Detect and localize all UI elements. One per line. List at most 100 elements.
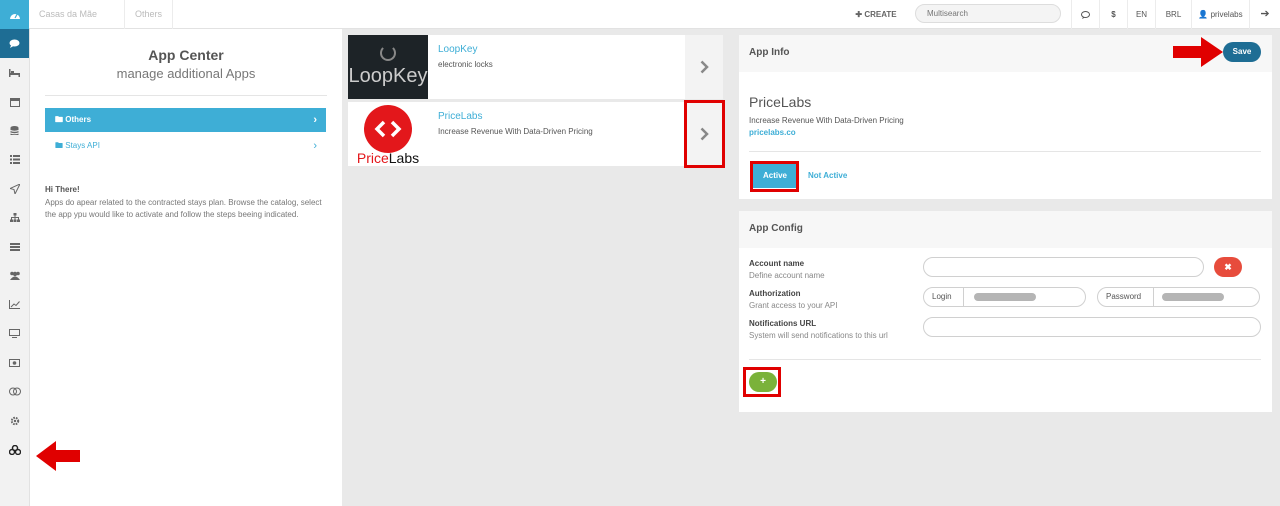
sidebar-users[interactable] [0, 261, 29, 290]
notifications-url-input[interactable] [923, 317, 1261, 337]
panel-header: App Config [739, 211, 1272, 248]
app-config-panel: App Config Account name Define account n… [739, 211, 1272, 412]
arrow-right-icon: ➔ [1260, 8, 1270, 20]
divider [749, 359, 1261, 360]
rows-icon [9, 242, 20, 251]
remove-account-button[interactable]: ✖ [1214, 257, 1242, 277]
login-field[interactable]: Login [923, 287, 1086, 307]
pricelabs-brackets-icon [364, 105, 412, 153]
chat-icon [9, 39, 20, 48]
app-card-loopkey[interactable]: LoopKey LoopKey electronic locks [348, 35, 723, 99]
create-button[interactable]: ✚ CREATE [852, 0, 900, 29]
account-name-hint: Define account name [749, 271, 825, 280]
app-center-subtitle: manage additional Apps [116, 66, 256, 81]
sidebar-sitemap[interactable] [0, 203, 29, 232]
user-menu[interactable]: 👤 privelabs [1191, 0, 1249, 29]
account-name-label: Account name [749, 259, 805, 268]
monitor-icon [9, 329, 20, 338]
chevron-right-icon: › [313, 140, 317, 152]
sidebar-settings[interactable] [0, 406, 29, 435]
currency-button[interactable]: BRL [1155, 0, 1191, 29]
category-others[interactable]: 🖿 Others › [45, 108, 326, 132]
password-value-redacted [1162, 293, 1224, 301]
app-description: Increase Revenue With Data-Driven Pricin… [438, 127, 593, 136]
chat-button[interactable] [1071, 0, 1099, 29]
category-stays-api[interactable]: 🖿 Stays API › [45, 134, 326, 158]
sidebar-database[interactable] [0, 116, 29, 145]
calendar-icon [9, 97, 20, 107]
password-label: Password [1098, 288, 1154, 306]
authorization-label: Authorization [749, 289, 801, 298]
app-info-link[interactable]: pricelabs.co [749, 128, 796, 137]
app-name[interactable]: LoopKey [438, 44, 477, 55]
password-field[interactable]: Password [1097, 287, 1260, 307]
sidebar-reports[interactable] [0, 290, 29, 319]
open-app-button[interactable] [685, 35, 723, 99]
category-label: Stays API [65, 141, 100, 150]
app-name[interactable]: PriceLabs [438, 111, 482, 122]
app-info-name: PriceLabs [749, 94, 812, 110]
highlight-active-button [750, 161, 799, 192]
sidebar-rings[interactable] [0, 377, 29, 406]
bed-icon [9, 68, 20, 77]
create-label: CREATE [864, 10, 897, 19]
icon-sidebar [0, 29, 30, 506]
app-config-title: App Config [749, 223, 803, 234]
dashboard-icon[interactable] [0, 0, 29, 29]
sidebar-chat[interactable] [0, 29, 29, 58]
divider [45, 95, 327, 96]
breadcrumb-section[interactable]: Others [125, 0, 173, 29]
database-icon [10, 125, 19, 135]
app-info-description: Increase Revenue With Data-Driven Pricin… [749, 116, 904, 125]
loopkey-logo-text: LoopKey [348, 65, 428, 87]
chevron-right-icon: › [313, 114, 317, 126]
app-center-description: Apps do apear related to the contracted … [45, 198, 322, 219]
sidebar-finance[interactable] [0, 348, 29, 377]
app-center-panel: App Center manage additional Apps 🖿 Othe… [30, 29, 342, 506]
app-info-title: App Info [749, 47, 790, 58]
chat-icon [1081, 10, 1090, 19]
notifications-url-hint: System will send notifications to this u… [749, 331, 888, 340]
money-icon [9, 358, 20, 367]
sidebar-rows[interactable] [0, 232, 29, 261]
user-icon: 👤 [1198, 10, 1209, 19]
login-label: Login [924, 288, 964, 306]
folder-icon: 🖿 [55, 141, 63, 150]
sidebar-calendar[interactable] [0, 87, 29, 116]
account-name-input[interactable] [923, 257, 1204, 277]
language-button[interactable]: EN [1127, 0, 1155, 29]
app-card-pricelabs[interactable]: PriceLabs PriceLabs Increase Revenue Wit… [348, 102, 723, 166]
list-icon [9, 155, 20, 164]
send-icon [9, 183, 20, 194]
gear-icon [10, 416, 19, 425]
rings-icon [8, 387, 21, 396]
app-center-title: App Center [148, 47, 224, 63]
multisearch-input[interactable] [915, 4, 1061, 23]
folder-icon: 🖿 [55, 115, 63, 124]
sidebar-apps[interactable] [0, 435, 29, 464]
users-icon [9, 271, 20, 280]
not-active-toggle-button[interactable]: Not Active [808, 164, 847, 188]
user-name: privelabs [1210, 10, 1243, 19]
arrow-right-annotation-icon [1173, 37, 1223, 67]
notifications-url-label: Notifications URL [749, 319, 817, 328]
loopkey-ring-icon [380, 45, 396, 61]
sidebar-send[interactable] [0, 174, 29, 203]
arrow-left-annotation-icon [36, 441, 80, 471]
highlight-open-pricelabs [684, 100, 725, 168]
loopkey-logo: LoopKey [348, 35, 428, 99]
apps-icon [8, 444, 21, 455]
currency-symbol-button[interactable]: $ [1099, 0, 1127, 29]
top-bar: Casas da Mãe Joana Others ✚ CREATE $ EN … [0, 0, 1280, 48]
category-label: Others [65, 115, 92, 124]
sidebar-list[interactable] [0, 145, 29, 174]
login-value-redacted [974, 293, 1036, 301]
breadcrumb-property[interactable]: Casas da Mãe Joana [29, 0, 125, 48]
sidebar-bed[interactable] [0, 58, 29, 87]
sidebar-monitor[interactable] [0, 319, 29, 348]
divider [749, 151, 1261, 152]
save-button[interactable]: Save [1223, 42, 1261, 62]
pricelabs-logo-text: PriceLabs [356, 150, 420, 166]
highlight-add-button [743, 367, 781, 397]
logout-button[interactable]: ➔ [1249, 0, 1280, 29]
